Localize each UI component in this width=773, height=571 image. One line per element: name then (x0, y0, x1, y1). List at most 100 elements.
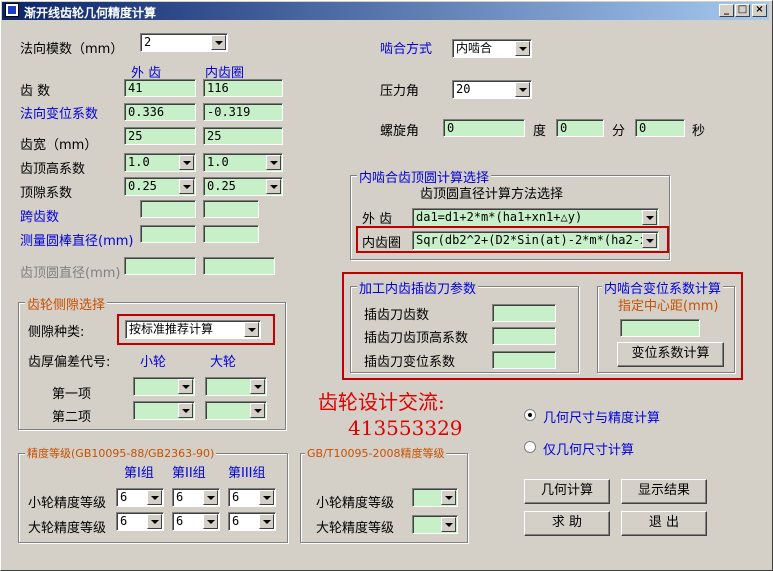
chevron-down-icon[interactable] (250, 403, 265, 418)
first-item-label: 第一项 (52, 387, 92, 402)
small-acc-g2-select[interactable]: 6 (172, 488, 220, 507)
chevron-down-icon[interactable] (266, 179, 281, 194)
chevron-down-icon[interactable] (515, 82, 530, 97)
teeth-inner-input[interactable]: 116 (203, 79, 283, 97)
clearance-inner-select[interactable]: 0.25 (203, 177, 283, 196)
large-gear-header: 大轮 (210, 355, 237, 370)
chevron-down-icon[interactable] (211, 35, 226, 50)
close-button[interactable]: × (752, 4, 767, 17)
clearance-coef-label: 顶隙系数 (20, 186, 73, 201)
shift-inner-input[interactable]: -0.319 (203, 103, 283, 121)
chevron-down-icon[interactable] (147, 490, 162, 505)
chevron-down-icon[interactable] (203, 514, 218, 529)
teeth-label: 齿 数 (20, 84, 51, 99)
shift-calc-button[interactable]: 变位系数计算 (617, 342, 724, 367)
tip-inner-formula-select[interactable]: Sqr(db2^2+(D2*Sin(at)-2*m*(ha2-x: (412, 231, 659, 250)
backlash-type-select[interactable]: 按标准推荐计算 (125, 320, 261, 339)
span-inner-input[interactable] (203, 200, 259, 218)
window-title: 渐开线齿轮几何精度计算 (24, 6, 157, 20)
chevron-down-icon[interactable] (203, 490, 218, 505)
chevron-down-icon[interactable] (642, 210, 657, 225)
chevron-down-icon[interactable] (147, 514, 162, 529)
help-button[interactable]: 求 助 (524, 511, 610, 536)
tipdia-inner-input[interactable] (203, 257, 275, 275)
second-small-select[interactable] (133, 401, 195, 420)
tipdia-outer-input[interactable] (124, 257, 196, 275)
rod-outer-input[interactable] (140, 225, 196, 243)
exit-button[interactable]: 退 出 (621, 511, 707, 536)
helix-degree-input[interactable]: 0 (443, 119, 525, 137)
shift-outer-input[interactable]: 0.336 (124, 103, 196, 121)
clearance-outer-select[interactable]: 0.25 (124, 177, 196, 196)
chevron-down-icon[interactable] (441, 490, 456, 505)
large-acc-g3-select[interactable]: 6 (228, 512, 276, 531)
cutter-legend: 加工内齿插齿刀参数 (357, 278, 479, 297)
mode-radio-full[interactable] (524, 409, 536, 421)
chevron-down-icon[interactable] (244, 322, 259, 337)
chevron-down-icon[interactable] (259, 490, 274, 505)
large-acc2008-select[interactable] (412, 515, 458, 534)
chevron-down-icon[interactable] (178, 403, 193, 418)
center-distance-input[interactable] (620, 319, 700, 337)
chevron-down-icon[interactable] (179, 155, 194, 170)
minimize-button[interactable]: _ (719, 4, 734, 17)
helix-minute-input[interactable]: 0 (556, 119, 604, 137)
thickness-dev-label: 齿厚偏差代号: (28, 355, 111, 370)
helix-second-input[interactable]: 0 (635, 119, 685, 137)
cutter-shift-input[interactable] (492, 351, 556, 369)
cutter-addendum-label: 插齿刀齿顶高系数 (364, 331, 469, 346)
teeth-outer-input[interactable]: 41 (124, 79, 196, 97)
width-outer-input[interactable]: 25 (124, 127, 196, 145)
degree-unit: 度 (533, 124, 547, 139)
chevron-down-icon[interactable] (441, 517, 456, 532)
large-accuracy-label: 大轮精度等级 (28, 521, 107, 536)
cutter-teeth-input[interactable] (492, 304, 556, 322)
small-gear-header: 小轮 (140, 355, 167, 370)
span-teeth-label: 跨齿数 (20, 210, 60, 225)
pressure-angle-select[interactable]: 20 (452, 80, 532, 99)
module-select[interactable]: 2 (140, 33, 228, 52)
mode-radio-geometry[interactable] (524, 441, 536, 453)
small-acc-g1-select[interactable]: 6 (116, 488, 164, 507)
tip-outer-formula-select[interactable]: da1=d1+2*m*(ha1+xn1+△y) (412, 208, 659, 227)
helix-angle-label: 螺旋角 (380, 124, 420, 139)
chevron-down-icon[interactable] (178, 379, 193, 394)
geometry-calc-button[interactable]: 几何计算 (524, 479, 610, 504)
span-outer-input[interactable] (140, 200, 196, 218)
small-accuracy-label: 小轮精度等级 (28, 496, 107, 511)
cutter-teeth-label: 插齿刀齿数 (364, 308, 430, 323)
mode-geometry-label[interactable]: 仅几何尺寸计算 (543, 439, 634, 458)
chevron-down-icon[interactable] (179, 179, 194, 194)
second-item-label: 第二项 (52, 410, 92, 425)
backlash-legend: 齿轮侧隙选择 (25, 294, 108, 313)
small-acc-g3-select[interactable]: 6 (228, 488, 276, 507)
small-accuracy2008-label: 小轮精度等级 (316, 496, 395, 511)
minute-unit: 分 (612, 124, 626, 139)
width-inner-input[interactable]: 25 (203, 127, 283, 145)
cutter-addendum-input[interactable] (492, 327, 556, 345)
large-acc-g1-select[interactable]: 6 (116, 512, 164, 531)
addendum-outer-select[interactable]: 1.0 (124, 153, 196, 172)
addendum-inner-select[interactable]: 1.0 (203, 153, 283, 172)
module-label: 法向模数（mm） (20, 42, 124, 57)
tip-outer-label: 外 齿 (362, 212, 393, 227)
rod-inner-input[interactable] (203, 225, 259, 243)
first-small-select[interactable] (133, 377, 195, 396)
promo-text: 齿轮设计交流: (318, 390, 445, 414)
chevron-down-icon[interactable] (642, 233, 657, 248)
pressure-angle-label: 压力角 (380, 84, 420, 99)
first-large-select[interactable] (205, 377, 267, 396)
show-result-button[interactable]: 显示结果 (621, 479, 707, 504)
mesh-type-select[interactable]: 内啮合 (452, 39, 532, 58)
chevron-down-icon[interactable] (266, 155, 281, 170)
large-acc-g2-select[interactable]: 6 (172, 512, 220, 531)
chevron-down-icon[interactable] (250, 379, 265, 394)
promo-number: 413553329 (348, 416, 463, 440)
chevron-down-icon[interactable] (515, 41, 530, 56)
second-large-select[interactable] (205, 401, 267, 420)
mode-full-label[interactable]: 几何尺寸与精度计算 (543, 407, 660, 426)
small-acc2008-select[interactable] (412, 488, 458, 507)
maximize-button[interactable]: □ (735, 4, 750, 17)
cutter-shift-label: 插齿刀变位系数 (364, 355, 456, 370)
chevron-down-icon[interactable] (259, 514, 274, 529)
